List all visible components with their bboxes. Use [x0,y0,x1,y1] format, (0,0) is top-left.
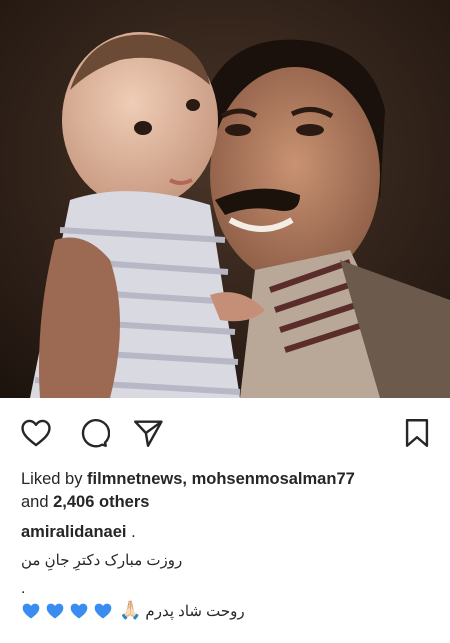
blue-heart-icon [46,603,64,618]
caption-line-3: 🙏🏻 روحت شاد پدرم [21,600,245,621]
action-bar [0,398,450,460]
photo-image [0,0,450,398]
blue-heart-icon [70,603,88,618]
likes-count[interactable]: 2,406 others [53,493,149,511]
liked-by-users[interactable]: filmnetnews, mohsenmosalman77 [87,470,355,488]
caption-line-1: روزت مبارک دکترِ جانِ من [21,552,183,569]
send-icon[interactable] [131,416,165,450]
likes-prefix: Liked by [21,470,88,488]
heart-icon[interactable] [19,416,53,450]
blue-heart-icon [22,603,40,618]
caption-separator: . [126,523,136,541]
caption-username[interactable]: amiralidanaei [21,523,126,541]
post-photo[interactable] [0,0,450,398]
praying-hands-icon: 🙏🏻 [119,600,142,620]
comment-icon[interactable] [76,416,110,450]
caption-line-2: . [21,580,26,597]
caption-header: amiralidanaei . [21,523,136,542]
bookmark-icon[interactable] [400,416,434,450]
blue-heart-icon [94,603,112,618]
caption-line-3-text: روحت شاد پدرم [145,602,245,620]
likes-and: and [21,493,54,511]
likes-summary: Liked by filmnetnews, mohsenmosalman77 a… [21,468,355,514]
